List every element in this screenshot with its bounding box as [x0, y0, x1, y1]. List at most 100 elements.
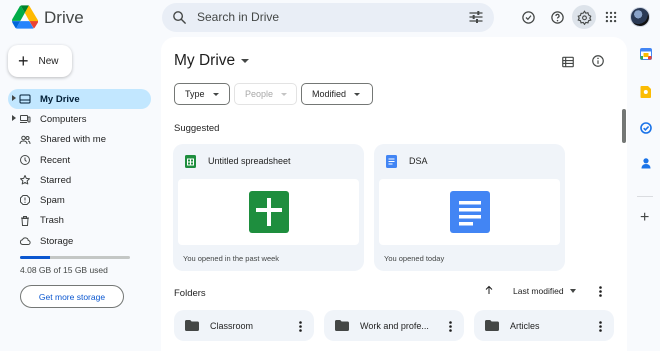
filter-type[interactable]: Type	[174, 83, 230, 105]
apps-grid-icon	[605, 11, 617, 23]
sidebar-item-label: My Drive	[40, 93, 80, 105]
folder-name: Work and profe...	[360, 321, 429, 331]
calendar-icon[interactable]	[640, 48, 652, 60]
star-icon	[19, 174, 31, 186]
main-panel: My Drive Type People Modified Suggested …	[161, 37, 627, 351]
sheets-icon	[185, 155, 196, 168]
new-button[interactable]: + New	[8, 45, 72, 77]
folders-heading: Folders	[174, 288, 206, 299]
storage-progress-bar	[20, 256, 130, 259]
file-activity: You opened in the past week	[183, 254, 280, 263]
plus-icon: +	[18, 51, 29, 71]
sidebar-item-recent[interactable]: Recent	[8, 150, 151, 170]
sidebar-item-label: Shared with me	[40, 134, 107, 146]
filter-label: Type	[185, 89, 205, 99]
get-add-ons-icon[interactable]: +	[640, 210, 649, 226]
suggested-file-card[interactable]: DSA You opened today	[374, 144, 565, 271]
docs-large-icon	[449, 191, 490, 233]
folder-name: Classroom	[210, 321, 254, 331]
chevron-down-icon	[212, 92, 219, 96]
file-name: Untitled spreadsheet	[208, 156, 291, 166]
page-title: My Drive	[174, 52, 236, 69]
filter-people: People	[234, 83, 297, 105]
docs-icon	[386, 155, 397, 168]
folder-icon	[335, 320, 349, 331]
ready-for-offline-button[interactable]	[516, 5, 540, 29]
sidebar-item-label: Recent	[40, 154, 71, 166]
folder-icon	[485, 320, 499, 331]
search-icon[interactable]	[171, 9, 188, 26]
sidebar-item-shared-with-me[interactable]: Shared with me	[8, 130, 151, 150]
my-drive-icon	[19, 93, 31, 105]
main-scrollbar[interactable]	[622, 109, 626, 143]
apps-button[interactable]	[599, 5, 623, 29]
support-button[interactable]	[545, 5, 569, 29]
folder-icon	[185, 320, 199, 331]
sidebar-nav: My Drive Computers Shared with me Recent…	[8, 89, 151, 251]
avatar[interactable]	[630, 7, 650, 27]
search-options-icon[interactable]	[468, 9, 484, 25]
sort-direction-icon[interactable]	[483, 284, 495, 296]
sidebar-item-starred[interactable]: Starred	[8, 170, 151, 190]
sidebar-item-label: Spam	[40, 195, 65, 207]
folder-item[interactable]: Classroom	[174, 310, 314, 341]
file-activity: You opened today	[384, 254, 445, 263]
file-thumbnail	[379, 179, 560, 245]
info-icon[interactable]	[591, 54, 605, 68]
folder-more-options[interactable]	[444, 320, 456, 332]
contacts-icon[interactable]	[640, 157, 652, 169]
file-name: DSA	[409, 156, 428, 166]
chevron-down-icon	[569, 289, 576, 293]
sidebar-item-trash[interactable]: Trash	[8, 211, 151, 231]
sort-by-dropdown[interactable]: Last modified	[513, 286, 576, 296]
cloud-icon	[19, 235, 31, 247]
list-view-icon[interactable]	[561, 55, 575, 69]
clock-icon	[19, 154, 31, 166]
sidebar-item-computers[interactable]: Computers	[8, 109, 151, 129]
folder-item[interactable]: Work and profe...	[324, 310, 464, 341]
folder-item[interactable]: Articles	[474, 310, 614, 341]
sidebar-item-label: Starred	[40, 174, 72, 186]
get-more-storage-button[interactable]: Get more storage	[20, 285, 124, 308]
gear-icon	[576, 9, 592, 25]
filter-modified[interactable]: Modified	[301, 83, 373, 105]
folder-more-options[interactable]	[594, 320, 606, 332]
storage-usage-text: 4.08 GB of 15 GB used	[20, 265, 108, 275]
folder-more-options[interactable]	[294, 320, 306, 332]
offline-check-icon	[521, 10, 535, 24]
spam-icon	[19, 194, 31, 206]
filter-label: People	[245, 89, 274, 99]
chevron-down-icon	[354, 92, 361, 96]
page-title-dropdown[interactable]: My Drive	[174, 52, 250, 70]
sidebar-item-my-drive[interactable]: My Drive	[8, 89, 151, 110]
new-button-label: New	[38, 55, 59, 67]
more-vert-icon	[598, 285, 602, 297]
chevron-down-icon	[241, 59, 250, 63]
chevron-down-icon	[281, 92, 288, 96]
file-thumbnail	[178, 179, 359, 245]
sidebar-item-label: Trash	[40, 215, 64, 227]
sidebar-item-label: Computers	[40, 113, 87, 125]
rail-divider	[637, 196, 653, 197]
tasks-icon[interactable]	[640, 122, 652, 134]
top-bar: Drive Search in Drive	[0, 0, 660, 36]
more-vert-icon	[448, 320, 452, 332]
sheets-large-icon	[248, 191, 289, 233]
more-vert-icon	[598, 320, 602, 332]
sidebar-item-label: Storage	[40, 235, 74, 247]
app-name: Drive	[44, 8, 84, 27]
suggested-file-card[interactable]: Untitled spreadsheet You opened in the p…	[173, 144, 364, 271]
keep-icon[interactable]	[640, 86, 652, 98]
filter-label: Modified	[312, 89, 347, 99]
people-icon	[19, 134, 31, 146]
expand-caret-icon[interactable]	[12, 95, 16, 101]
search-bar[interactable]: Search in Drive	[162, 3, 494, 32]
search-input[interactable]: Search in Drive	[197, 10, 279, 24]
settings-button[interactable]	[572, 5, 596, 29]
folders-more-options[interactable]	[594, 285, 606, 297]
expand-caret-icon[interactable]	[12, 115, 16, 122]
drive-logo-icon[interactable]	[12, 5, 38, 29]
sidebar-item-storage[interactable]: Storage	[8, 231, 151, 251]
suggested-heading: Suggested	[174, 123, 220, 134]
sidebar-item-spam[interactable]: Spam	[8, 190, 151, 210]
